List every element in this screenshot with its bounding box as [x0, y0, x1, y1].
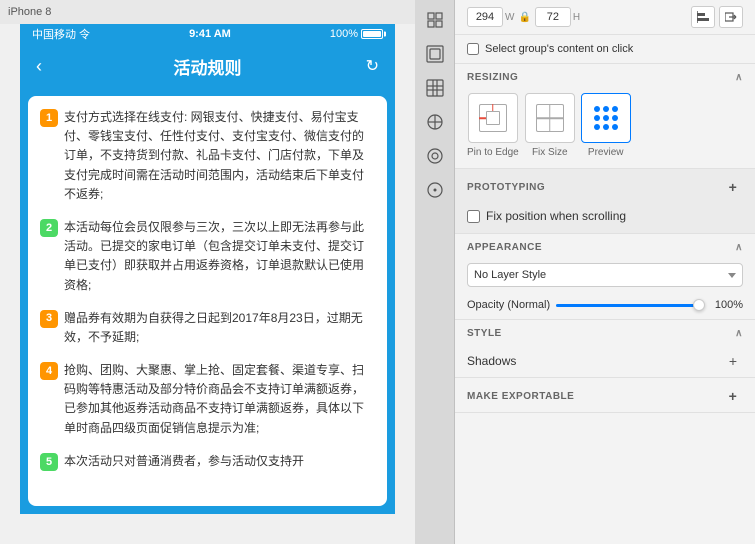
opacity-slider[interactable] — [556, 304, 705, 307]
fix-position-label: Fix position when scrolling — [486, 209, 626, 223]
preview-option[interactable]: Preview — [581, 93, 631, 158]
phone-label: iPhone 8 — [0, 0, 415, 24]
prototyping-section: PROTOTYPING + Fix position when scrollin… — [455, 169, 755, 234]
select-group-label: Select group's content on click — [485, 43, 633, 55]
toolbar-btn-5[interactable] — [417, 140, 453, 172]
item-number-1: 1 — [40, 109, 58, 127]
width-label: W — [505, 12, 514, 23]
pin-to-edge-label: Pin to Edge — [467, 147, 519, 158]
fix-position-checkbox[interactable] — [467, 210, 480, 223]
appearance-header: APPEARANCE ∧ — [455, 234, 755, 259]
refresh-button[interactable]: ↻ — [366, 56, 379, 76]
shadows-row: Shadows + — [455, 345, 755, 377]
align-left-btn[interactable] — [691, 6, 715, 28]
height-field: H — [535, 7, 580, 27]
resizing-options: Pin to Edge Fix Size — [455, 89, 755, 168]
style-toggle[interactable]: ∧ — [735, 328, 743, 339]
preview-box — [581, 93, 631, 143]
fix-size-box — [525, 93, 575, 143]
select-group-checkbox[interactable] — [467, 43, 479, 55]
pin-to-edge-option[interactable]: Pin to Edge — [467, 93, 519, 158]
shadows-label: Shadows — [467, 354, 516, 368]
exportable-header: MAKE EXPORTABLE + — [455, 378, 755, 412]
phone-screen: 中国移动 令 9:41 AM 100% ‹ 活动规则 ↻ 1 支付方式选择在线支… — [20, 24, 395, 514]
prototyping-header: PROTOTYPING + — [455, 169, 755, 203]
item-text-3: 赠品券有效期为自获得之日起到2017年8月23日，过期无效，不予延期; — [64, 309, 375, 347]
list-item: 3 赠品券有效期为自获得之日起到2017年8月23日，过期无效，不予延期; — [40, 309, 375, 347]
preview-label: Preview — [588, 147, 624, 158]
shadows-add-btn[interactable]: + — [723, 351, 743, 371]
layer-style-select[interactable]: No Layer Style — [467, 263, 743, 287]
item-number-5: 5 — [40, 453, 58, 471]
content-card: 1 支付方式选择在线支付: 网银支付、快捷支付、易付宝支付、零钱宝支付、任性付支… — [28, 96, 387, 506]
toolbar — [415, 0, 455, 544]
pin-to-edge-box — [468, 93, 518, 143]
item-text-1: 支付方式选择在线支付: 网银支付、快捷支付、易付宝支付、零钱宝支付、任性付支付、… — [64, 108, 375, 204]
prototyping-add-btn[interactable]: + — [723, 177, 743, 197]
list-item: 4 抢购、团购、大聚惠、掌上抢、固定套餐、渠道专享、扫码购等特惠活动及部分特价商… — [40, 361, 375, 438]
height-label: H — [573, 12, 580, 23]
list-item: 1 支付方式选择在线支付: 网银支付、快捷支付、易付宝支付、零钱宝支付、任性付支… — [40, 108, 375, 204]
nav-title: 活动规则 — [174, 54, 242, 79]
fix-position-row: Fix position when scrolling — [455, 203, 755, 233]
nav-bar: ‹ 活动规则 ↻ — [20, 44, 395, 88]
appearance-toggle[interactable]: ∧ — [735, 242, 743, 253]
resizing-toggle[interactable]: ∧ — [735, 72, 743, 83]
phone-panel: iPhone 8 中国移动 令 9:41 AM 100% ‹ 活动规则 ↻ 1 … — [0, 0, 415, 544]
content-area: 1 支付方式选择在线支付: 网银支付、快捷支付、易付宝支付、零钱宝支付、任性付支… — [20, 88, 395, 514]
width-field: W — [467, 7, 514, 27]
lock-icon[interactable]: 🔒 — [518, 12, 530, 23]
item-text-5: 本次活动只对普通消费者，参与活动仅支持开 — [64, 452, 375, 471]
resizing-section: RESIZING ∧ Pin to Edge — [455, 64, 755, 169]
exportable-section: MAKE EXPORTABLE + — [455, 378, 755, 413]
align-right-btn[interactable] — [719, 6, 743, 28]
resizing-label: RESIZING — [467, 72, 518, 83]
prototyping-label: PROTOTYPING — [467, 182, 545, 193]
style-header: STYLE ∧ — [455, 320, 755, 345]
toolbar-btn-3[interactable] — [417, 72, 453, 104]
list-item: 5 本次活动只对普通消费者，参与活动仅支持开 — [40, 452, 375, 471]
battery-percent: 100% — [330, 28, 358, 40]
fix-size-option[interactable]: Fix Size — [525, 93, 575, 158]
appearance-label: APPEARANCE — [467, 242, 542, 253]
battery-area: 100% — [330, 28, 383, 40]
width-input[interactable] — [467, 7, 503, 27]
carrier-text: 中国移动 令 — [32, 26, 90, 42]
battery-icon — [361, 29, 383, 39]
toolbar-btn-6[interactable] — [417, 174, 453, 206]
opacity-row: Opacity (Normal) 100% — [455, 295, 755, 319]
dimension-row: W 🔒 H — [455, 0, 755, 35]
time-text: 9:41 AM — [189, 28, 231, 40]
toolbar-btn-1[interactable] — [417, 4, 453, 36]
resizing-header: RESIZING ∧ — [455, 64, 755, 89]
item-number-4: 4 — [40, 362, 58, 380]
exportable-add-btn[interactable]: + — [723, 386, 743, 406]
style-label: STYLE — [467, 328, 502, 339]
appearance-section: APPEARANCE ∧ No Layer Style Opacity (Nor… — [455, 234, 755, 320]
item-number-2: 2 — [40, 219, 58, 237]
right-panel: W 🔒 H Select group's content on click RE… — [455, 0, 755, 544]
item-number-3: 3 — [40, 310, 58, 328]
fix-size-label: Fix Size — [532, 147, 568, 158]
back-button[interactable]: ‹ — [36, 56, 42, 77]
list-item: 2 本活动每位会员仅限参与三次，三次以上即无法再参与此活动。已提交的家电订单（包… — [40, 218, 375, 295]
toolbar-btn-4[interactable] — [417, 106, 453, 138]
toolbar-btn-2[interactable] — [417, 38, 453, 70]
item-text-4: 抢购、团购、大聚惠、掌上抢、固定套餐、渠道专享、扫码购等特惠活动及部分特价商品会… — [64, 361, 375, 438]
opacity-label: Opacity (Normal) — [467, 299, 550, 311]
opacity-value: 100% — [711, 299, 743, 311]
height-input[interactable] — [535, 7, 571, 27]
style-section: STYLE ∧ Shadows + — [455, 320, 755, 378]
status-bar: 中国移动 令 9:41 AM 100% — [20, 24, 395, 44]
item-text-2: 本活动每位会员仅限参与三次，三次以上即无法再参与此活动。已提交的家电订单（包含提… — [64, 218, 375, 295]
exportable-label: MAKE EXPORTABLE — [467, 391, 574, 402]
select-group-row: Select group's content on click — [455, 35, 755, 64]
